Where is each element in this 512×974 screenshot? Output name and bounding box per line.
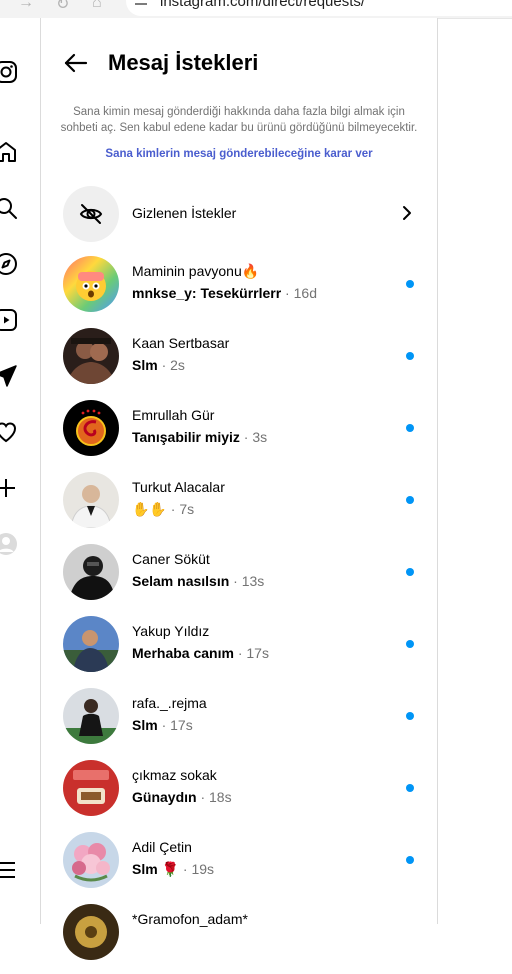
message-requests-panel: Mesaj İstekleri Sana kimin mesaj gönderd… bbox=[41, 18, 438, 960]
request-name: Emrullah Gür bbox=[132, 407, 215, 423]
avatar bbox=[63, 760, 119, 816]
request-item[interactable]: Turkut Alacalar ✋✋ · 7s bbox=[63, 470, 433, 542]
notifications-heart-icon[interactable] bbox=[0, 420, 18, 444]
request-name: Turkut Alacalar bbox=[132, 479, 225, 495]
request-item[interactable]: Maminin pavyonu🔥 mnkse_y: Tesekürrlerr ·… bbox=[63, 254, 433, 326]
request-item[interactable]: Adil Çetin Slm 🌹 · 19s bbox=[63, 830, 433, 902]
request-message: Slm bbox=[132, 357, 158, 373]
request-name: rafa._.rejma bbox=[132, 695, 207, 711]
request-name: çıkmaz sokak bbox=[132, 767, 217, 783]
request-name: Adil Çetin bbox=[132, 839, 192, 855]
request-item[interactable]: Yakup Yıldız Merhaba canım · 17s bbox=[63, 614, 433, 686]
unread-dot bbox=[406, 424, 414, 432]
instagram-logo-icon[interactable] bbox=[0, 60, 18, 84]
messages-icon[interactable] bbox=[0, 364, 18, 388]
reload-icon[interactable]: ↻ bbox=[56, 0, 69, 14]
avatar bbox=[63, 400, 119, 456]
avatar bbox=[63, 616, 119, 672]
eye-off-icon bbox=[79, 204, 103, 224]
address-bar-url[interactable]: instagram.com/direct/requests/ bbox=[160, 0, 365, 10]
request-item[interactable]: rafa._.rejma Slm · 17s bbox=[63, 686, 433, 758]
request-message: mnkse_y: Tesekürrlerr bbox=[132, 285, 282, 301]
request-time: 13s bbox=[241, 573, 265, 589]
explore-icon[interactable] bbox=[0, 252, 18, 276]
request-preview: Merhaba canım · 17s bbox=[132, 645, 269, 661]
requests-info-text: Sana kimin mesaj gönderdiği hakkında dah… bbox=[60, 106, 418, 134]
request-name: Maminin pavyonu🔥 bbox=[132, 263, 260, 279]
request-name: *Gramofon_adam* bbox=[132, 911, 248, 927]
request-time: 3s bbox=[252, 429, 268, 445]
hidden-requests-row[interactable]: Gizlenen İstekler bbox=[63, 186, 423, 242]
request-message: Tanışabilir miyiz bbox=[132, 429, 240, 445]
request-time: 18s bbox=[209, 789, 232, 805]
unread-dot bbox=[406, 640, 414, 648]
request-item[interactable]: *Gramofon_adam* bbox=[63, 902, 433, 974]
avatar bbox=[63, 904, 119, 960]
avatar bbox=[63, 328, 119, 384]
unread-dot bbox=[406, 568, 414, 576]
avatar bbox=[63, 544, 119, 600]
avatar bbox=[63, 472, 119, 528]
unread-dot bbox=[406, 784, 414, 792]
request-message: Merhaba canım bbox=[132, 645, 234, 661]
avatar bbox=[63, 688, 119, 744]
request-name: Yakup Yıldız bbox=[132, 623, 210, 639]
panel-header: Mesaj İstekleri bbox=[41, 46, 437, 82]
request-preview: mnkse_y: Tesekürrlerr · 16d bbox=[132, 285, 317, 301]
request-item[interactable]: Emrullah Gür Tanışabilir miyiz · 3s bbox=[63, 398, 433, 470]
unread-dot bbox=[406, 712, 414, 720]
chevron-right-icon bbox=[403, 206, 411, 220]
requests-list: Maminin pavyonu🔥 mnkse_y: Tesekürrlerr ·… bbox=[63, 254, 433, 974]
back-arrow-icon[interactable] bbox=[63, 50, 89, 76]
request-item[interactable]: çıkmaz sokak Günaydın · 18s bbox=[63, 758, 433, 830]
unread-dot bbox=[406, 496, 414, 504]
home-nav-icon[interactable] bbox=[0, 140, 18, 164]
request-preview: Tanışabilir miyiz · 3s bbox=[132, 429, 268, 445]
request-name: Kaan Sertbasar bbox=[132, 335, 230, 351]
page-title: Mesaj İstekleri bbox=[108, 50, 259, 75]
request-preview: Selam nasılsın · 13s bbox=[132, 573, 265, 589]
reels-icon[interactable] bbox=[0, 308, 18, 332]
request-preview: ✋✋ · 7s bbox=[132, 501, 195, 517]
request-preview: Slm · 17s bbox=[132, 717, 193, 733]
more-menu-icon[interactable] bbox=[0, 858, 18, 882]
request-message: Slm 🌹 bbox=[132, 861, 179, 877]
forward-icon[interactable]: → bbox=[18, 0, 34, 12]
request-message: Günaydın bbox=[132, 789, 197, 805]
request-time: 17s bbox=[170, 717, 193, 733]
request-message: ✋✋ bbox=[132, 501, 167, 517]
request-preview: Günaydın · 18s bbox=[132, 789, 232, 805]
nav-rail bbox=[0, 18, 41, 924]
request-preview: Slm · 2s bbox=[132, 357, 185, 373]
unread-dot bbox=[406, 352, 414, 360]
browser-toolbar: → ↻ ⌂ instagram.com/direct/requests/ bbox=[0, 0, 512, 19]
request-time: 7s bbox=[179, 501, 195, 517]
hidden-requests-avatar bbox=[63, 186, 119, 242]
request-time: 17s bbox=[246, 645, 269, 661]
manage-who-can-message-link[interactable]: Sana kimlerin mesaj gönderebileceğine ka… bbox=[59, 148, 419, 160]
unread-dot bbox=[406, 280, 414, 288]
home-icon[interactable]: ⌂ bbox=[92, 0, 102, 12]
avatar bbox=[63, 832, 119, 888]
search-icon[interactable] bbox=[0, 196, 18, 220]
request-message: Slm bbox=[132, 717, 158, 733]
site-settings-icon[interactable] bbox=[134, 0, 148, 6]
request-time: 16d bbox=[293, 285, 317, 301]
unread-dot bbox=[406, 856, 414, 864]
request-message: Selam nasılsın bbox=[132, 573, 230, 589]
hidden-requests-label: Gizlenen İstekler bbox=[132, 205, 237, 221]
request-name: Caner Söküt bbox=[132, 551, 210, 567]
create-plus-icon[interactable] bbox=[0, 476, 18, 500]
request-preview: Slm 🌹 · 19s bbox=[132, 861, 215, 877]
profile-avatar-icon[interactable] bbox=[0, 532, 18, 556]
request-time: 19s bbox=[191, 861, 215, 877]
request-item[interactable]: Kaan Sertbasar Slm · 2s bbox=[63, 326, 433, 398]
request-time: 2s bbox=[170, 357, 185, 373]
avatar bbox=[63, 256, 119, 312]
request-item[interactable]: Caner Söküt Selam nasılsın · 13s bbox=[63, 542, 433, 614]
